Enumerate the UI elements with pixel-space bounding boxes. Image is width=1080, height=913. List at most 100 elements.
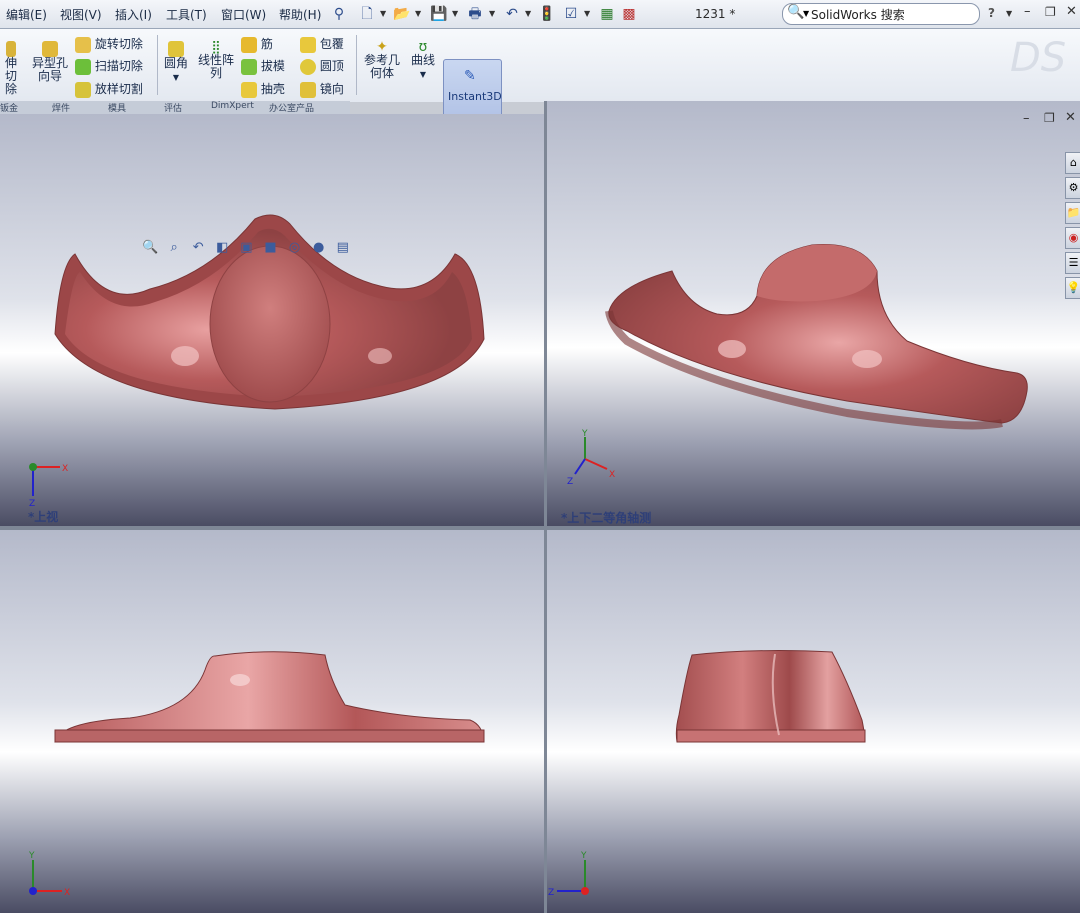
shell-button[interactable]: 抽壳 bbox=[241, 80, 285, 98]
viewport-front[interactable]: Y X bbox=[0, 530, 544, 913]
x-axis-label: X bbox=[609, 470, 615, 480]
section-view-icon[interactable]: ◧ bbox=[214, 240, 230, 256]
minimize-viewport-icon[interactable]: – bbox=[1023, 111, 1030, 126]
design-library-icon[interactable]: ⚙ bbox=[1065, 177, 1080, 199]
viewport-label: *上下二等角轴测 bbox=[561, 511, 652, 525]
extrude-cut-button[interactable]: 伸切 除 bbox=[0, 41, 22, 96]
tab-mold-tools[interactable]: 模具 bbox=[108, 101, 126, 114]
y-axis-label: Y bbox=[581, 429, 588, 439]
hole-wizard-button[interactable]: 异型孔 向导 bbox=[30, 41, 70, 83]
menu-tools[interactable]: 工具(T) bbox=[166, 6, 207, 23]
fillet-button[interactable]: 圆角 ▼ bbox=[162, 41, 190, 84]
menu-insert[interactable]: 插入(I) bbox=[115, 6, 152, 23]
zoom-to-fit-icon[interactable]: 🔍 bbox=[142, 240, 158, 256]
chevron-down-icon[interactable]: ▼ bbox=[803, 9, 809, 18]
sweep-cut-button[interactable]: 扫描切除 bbox=[75, 57, 143, 75]
viewport-isometric[interactable]: – ❐ ✕ Y X Z *上下二等角轴测 bbox=[547, 101, 1080, 526]
pin-icon[interactable]: ⚲ bbox=[330, 5, 348, 23]
close-icon[interactable]: ✕ bbox=[1066, 4, 1077, 19]
help-icon[interactable]: ? bbox=[988, 6, 995, 20]
rib-button[interactable]: 筋 bbox=[241, 35, 273, 53]
extrude-cut-label-2: 除 bbox=[4, 82, 17, 96]
revolve-cut-button[interactable]: 旋转切除 bbox=[75, 35, 143, 53]
chevron-down-icon[interactable]: ▼ bbox=[525, 9, 531, 18]
tab-dimxpert[interactable]: DimXpert bbox=[211, 101, 254, 111]
tab-sheet-metal[interactable]: 钣金 bbox=[0, 101, 18, 114]
command-manager: 伸切 除 异型孔 向导 旋转切除 扫描切除 放样切割 圆角 ▼ ⣿ 线性阵 列 … bbox=[0, 29, 1080, 129]
tab-office-products[interactable]: 办公室产品 bbox=[269, 101, 314, 114]
view-palette-icon[interactable]: ◉ bbox=[1065, 227, 1080, 249]
reference-geometry-label: 参考几 bbox=[363, 53, 400, 67]
custom-properties-icon[interactable]: 💡 bbox=[1065, 277, 1080, 299]
wrap-button[interactable]: 包覆 bbox=[300, 35, 344, 53]
appearance-icon[interactable]: ● bbox=[311, 240, 327, 256]
curves-button[interactable]: ʊ 曲线 ▼ bbox=[408, 40, 438, 81]
previous-view-icon[interactable]: ↶ bbox=[190, 240, 206, 256]
reference-geometry-button[interactable]: ✦ 参考几 何体 bbox=[362, 40, 402, 80]
loft-cut-label: 放样切割 bbox=[94, 82, 143, 96]
view-orientation-icon[interactable]: ▣ bbox=[238, 240, 254, 256]
save-icon[interactable]: 💾 bbox=[430, 5, 448, 23]
hide-show-icon[interactable]: ◎ bbox=[287, 240, 303, 256]
new-document-icon[interactable]: 🗋 bbox=[358, 5, 376, 23]
menu-help[interactable]: 帮助(H) bbox=[279, 6, 321, 23]
hole-wizard-label: 异型孔 bbox=[31, 56, 68, 70]
print-icon[interactable]: 🖶 bbox=[466, 5, 484, 23]
chevron-down-icon[interactable]: ▼ bbox=[1006, 9, 1012, 18]
search-box[interactable]: 🔍 ▼ SolidWorks 搜索 bbox=[782, 3, 980, 25]
chevron-down-icon[interactable]: ▼ bbox=[420, 70, 426, 79]
draft-button[interactable]: 拔模 bbox=[241, 57, 285, 75]
mirror-button[interactable]: 镜向 bbox=[300, 80, 344, 98]
file-explorer-icon[interactable]: 📁 bbox=[1065, 202, 1080, 224]
open-folder-icon[interactable]: 📂 bbox=[393, 5, 411, 23]
home-icon[interactable]: ⌂ bbox=[1065, 152, 1080, 174]
hole-wizard-label-2: 向导 bbox=[37, 69, 62, 83]
close-viewport-icon[interactable]: ✕ bbox=[1065, 110, 1076, 125]
mirror-label: 镜向 bbox=[319, 82, 344, 96]
appearances-icon[interactable]: ☰ bbox=[1065, 252, 1080, 274]
chevron-down-icon[interactable]: ▼ bbox=[380, 9, 386, 18]
menu-window[interactable]: 窗口(W) bbox=[221, 6, 266, 23]
chevron-down-icon[interactable]: ▼ bbox=[173, 73, 179, 82]
zoom-to-area-icon[interactable]: ⌕ bbox=[166, 240, 182, 256]
reference-geometry-label-2: 何体 bbox=[369, 66, 394, 80]
search-icon: 🔍 bbox=[787, 4, 805, 20]
chevron-down-icon[interactable]: ▼ bbox=[452, 9, 458, 18]
tab-evaluate[interactable]: 评估 bbox=[164, 101, 182, 114]
wrap-icon bbox=[300, 36, 316, 53]
dome-button[interactable]: 圆顶 bbox=[300, 57, 344, 75]
viewport-right[interactable]: Y Z bbox=[547, 530, 1080, 913]
restore-viewport-icon[interactable]: ❐ bbox=[1044, 111, 1055, 125]
menu-edit[interactable]: 编辑(E) bbox=[6, 6, 47, 23]
z-axis-label: Z bbox=[548, 888, 554, 898]
sweep-cut-label: 扫描切除 bbox=[94, 59, 143, 73]
minimize-icon[interactable]: – bbox=[1024, 4, 1031, 19]
chevron-down-icon[interactable]: ▼ bbox=[584, 9, 590, 18]
scene-icon[interactable]: ▤ bbox=[335, 240, 351, 256]
options-icon[interactable]: ☑ bbox=[562, 5, 580, 23]
chevron-down-icon[interactable]: ▼ bbox=[415, 9, 421, 18]
brick-icon[interactable]: ▩ bbox=[620, 5, 638, 23]
chevron-down-icon[interactable]: ▼ bbox=[489, 9, 495, 18]
viewport-splitter-vertical[interactable] bbox=[544, 101, 547, 913]
grid-icon[interactable]: ▦ bbox=[598, 5, 616, 23]
linear-pattern-button[interactable]: ⣿ 线性阵 列 bbox=[196, 41, 236, 80]
restore-icon[interactable]: ❐ bbox=[1045, 5, 1056, 19]
rebuild-icon[interactable]: 🚦 bbox=[538, 5, 556, 23]
viewport-splitter-horizontal[interactable] bbox=[0, 526, 1080, 530]
display-style-icon[interactable]: ■ bbox=[262, 240, 278, 256]
document-title: 1231 * bbox=[695, 7, 736, 21]
extrude-cut-icon bbox=[6, 41, 16, 57]
curves-label: 曲线 bbox=[410, 53, 435, 67]
revolve-cut-label: 旋转切除 bbox=[94, 37, 143, 51]
linear-pattern-label: 线性阵 bbox=[197, 53, 234, 67]
viewport-top[interactable]: 🔍 ⌕ ↶ ◧ ▣ ■ ◎ ● ▤ X Z *上视 bbox=[0, 114, 544, 526]
axis-triad-right: Y Z bbox=[548, 851, 589, 898]
search-placeholder[interactable]: SolidWorks 搜索 bbox=[811, 6, 905, 23]
loft-cut-button[interactable]: 放样切割 bbox=[75, 80, 143, 98]
tab-weldments[interactable]: 焊件 bbox=[52, 101, 70, 114]
shell-icon bbox=[241, 81, 257, 98]
undo-icon[interactable]: ↶ bbox=[503, 5, 521, 23]
menu-view[interactable]: 视图(V) bbox=[60, 6, 102, 23]
task-pane: ⌂ ⚙ 📁 ◉ ☰ 💡 bbox=[1065, 152, 1080, 302]
